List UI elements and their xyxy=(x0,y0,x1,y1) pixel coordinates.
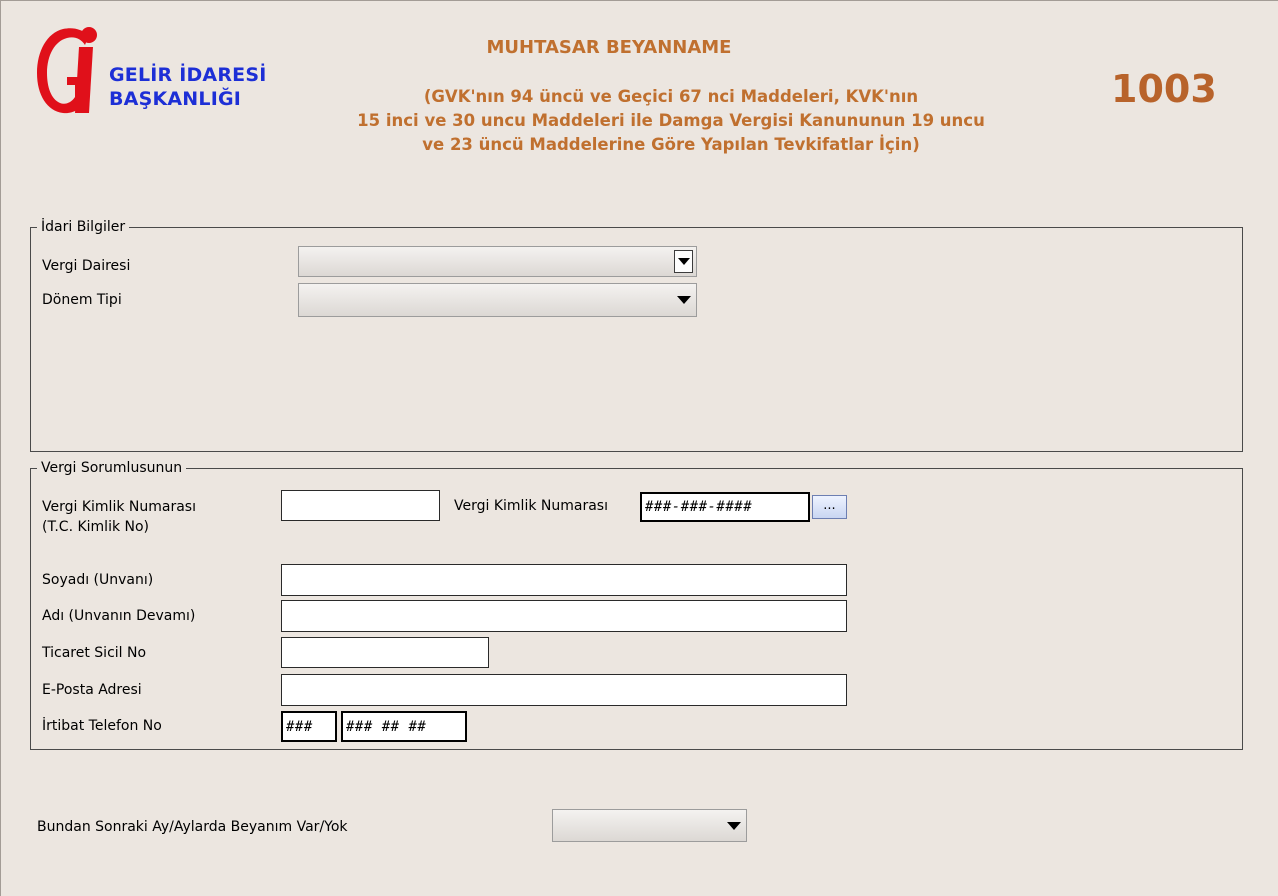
chevron-down-icon xyxy=(677,258,690,265)
vergi-dairesi-select[interactable] xyxy=(298,246,697,277)
adi-label: Adı (Unvanın Devamı) xyxy=(42,608,196,624)
donem-tipi-select[interactable] xyxy=(298,283,697,317)
chevron-down-icon xyxy=(677,296,691,304)
vkn-lookup-button[interactable]: ... xyxy=(812,495,847,519)
telefon-label: İrtibat Telefon No xyxy=(42,718,162,734)
vkn-tc-label: Vergi Kimlik Numarası (T.C. Kimlik No) xyxy=(42,499,196,535)
donem-tipi-label: Dönem Tipi xyxy=(42,292,122,308)
vkn-label: Vergi Kimlik Numarası xyxy=(454,498,608,514)
sonraki-beyan-dropdown-button[interactable] xyxy=(724,812,744,839)
sonraki-beyan-label: Bundan Sonraki Ay/Aylarda Beyanım Var/Yo… xyxy=(37,819,348,835)
vkn-input[interactable] xyxy=(640,492,810,522)
vergi-dairesi-label: Vergi Dairesi xyxy=(42,258,131,274)
telefon-numara-input[interactable] xyxy=(341,711,467,742)
form-subtitle: (GVK'nın 94 üncü ve Geçici 67 nci Maddel… xyxy=(357,87,985,154)
idari-bilgiler-legend: İdari Bilgiler xyxy=(37,218,130,236)
soyadi-label: Soyadı (Unvanı) xyxy=(42,572,154,588)
eposta-label: E-Posta Adresi xyxy=(42,682,142,698)
form-title: MUHTASAR BEYANNAME xyxy=(486,37,732,58)
ticaret-sicil-label: Ticaret Sicil No xyxy=(42,645,147,661)
donem-tipi-dropdown-button[interactable] xyxy=(674,286,694,314)
soyadi-input[interactable] xyxy=(281,564,847,596)
vergi-sorumlusu-legend: Vergi Sorumlusunun xyxy=(37,459,187,477)
ticaret-sicil-input[interactable] xyxy=(281,637,489,668)
chevron-down-icon xyxy=(727,821,741,830)
vkn-tc-input[interactable] xyxy=(281,490,440,521)
telefon-alan-kodu-input[interactable] xyxy=(281,711,337,742)
adi-input[interactable] xyxy=(281,600,847,632)
eposta-input[interactable] xyxy=(281,674,847,706)
form-code: 1003 xyxy=(1111,67,1217,111)
gib-logo-icon xyxy=(33,25,99,115)
sonraki-beyan-select[interactable] xyxy=(552,809,747,842)
vergi-dairesi-dropdown-button[interactable] xyxy=(674,250,693,273)
gib-logo-text: GELİR İDARESİ BAŞKANLIĞI xyxy=(109,64,267,110)
